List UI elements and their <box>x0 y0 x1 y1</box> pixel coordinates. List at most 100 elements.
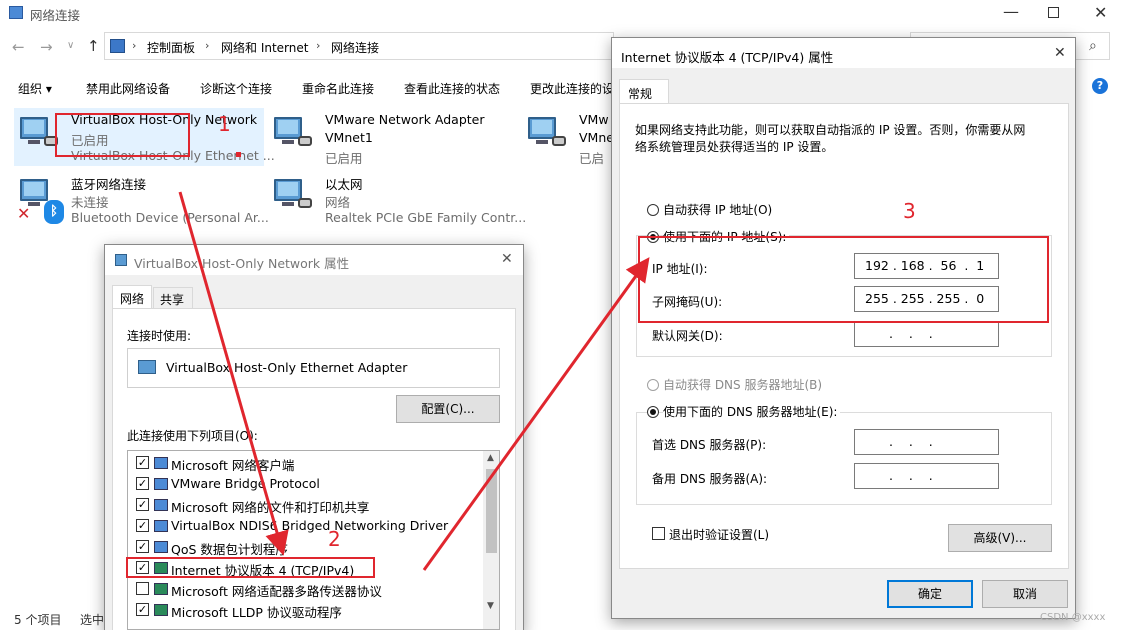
protocol-icon <box>154 478 168 490</box>
rename-button[interactable]: 重命名此连接 <box>302 80 374 97</box>
change-settings-button[interactable]: 更改此连接的设 <box>530 80 614 97</box>
item-checkbox[interactable]: ✓ <box>136 603 149 616</box>
item-device: Realtek PCIe GbE Family Contr... <box>325 210 527 225</box>
auto-ip-label[interactable]: 自动获得 IP 地址(O) <box>663 201 772 218</box>
network-adapter-icon <box>138 360 156 374</box>
view-status-button[interactable]: 查看此连接的状态 <box>404 80 500 97</box>
tab-general[interactable]: 常规 <box>619 79 669 104</box>
list-item[interactable]: VirtualBox NDIS6 Bridged Networking Driv… <box>171 518 448 533</box>
list-item[interactable]: QoS 数据包计划程序 <box>171 539 288 558</box>
watermark: CSDN @xxxx <box>1040 612 1106 623</box>
gateway-field[interactable]: . . . <box>854 321 999 347</box>
tab-label: 共享 <box>160 293 185 307</box>
scroll-down-icon[interactable]: ▼ <box>487 601 494 611</box>
item-checkbox[interactable]: ✓ <box>136 456 149 469</box>
help-icon[interactable]: ? <box>1092 78 1108 94</box>
item-name[interactable]: VMw <box>579 112 609 127</box>
annotation-step-3: 3 <box>903 199 916 223</box>
description-line1: 如果网络支持此功能，则可以获取自动指派的 IP 设置。否则，你需要从网 <box>635 123 1026 137</box>
item-name[interactable]: 以太网 <box>325 174 363 193</box>
validate-label[interactable]: 退出时验证设置(L) <box>669 526 769 543</box>
advanced-button[interactable]: 高级(V)... <box>948 524 1052 552</box>
bluetooth-icon: ᛒ <box>44 200 64 224</box>
close-icon[interactable]: ✕ <box>501 251 513 267</box>
tab-label: 常规 <box>628 87 653 101</box>
breadcrumb-sep-icon: › <box>316 39 321 52</box>
organize-menu[interactable]: 组织 ▾ <box>18 80 52 97</box>
adapter-name: VirtualBox Host-Only Ethernet Adapter <box>166 360 408 375</box>
configure-button[interactable]: 配置(C)... <box>396 395 500 423</box>
ok-button[interactable]: 确定 <box>887 580 973 608</box>
network-adapter-icon <box>272 176 314 214</box>
disable-device-button[interactable]: 禁用此网络设备 <box>86 80 170 97</box>
address-bar[interactable]: › 控制面板 › 网络和 Internet › 网络连接 <box>104 32 614 60</box>
network-folder-icon <box>9 6 23 19</box>
scroll-up-icon[interactable]: ▲ <box>487 453 494 463</box>
item-status: 未连接 <box>71 195 109 210</box>
window-title: 网络连接 <box>30 8 81 23</box>
dns-group <box>636 412 1052 505</box>
auto-ip-radio[interactable] <box>647 204 659 216</box>
tab-sharing[interactable]: 共享 <box>153 287 193 309</box>
dns1-field[interactable]: . . . <box>854 429 999 455</box>
list-item[interactable]: Microsoft 网络客户端 <box>171 455 294 474</box>
item-checkbox[interactable]: ✓ <box>136 540 149 553</box>
list-item[interactable]: VMware Bridge Protocol <box>171 476 320 491</box>
close-icon[interactable]: ✕ <box>1054 45 1066 61</box>
scroll-thumb[interactable] <box>486 469 497 553</box>
status-item-count: 5 个项目 <box>14 613 62 627</box>
back-icon[interactable]: ← <box>12 38 25 56</box>
dialog-titlebar: VirtualBox Host-Only Network 属性 ✕ <box>105 245 523 275</box>
maximize-icon[interactable] <box>1048 7 1059 18</box>
screen: { "explorer": { "title": "网络连接", "breadc… <box>0 0 1121 630</box>
button-label: 高级(V)... <box>973 531 1027 545</box>
up-icon[interactable]: ↑ <box>87 37 100 55</box>
item-name[interactable]: 蓝牙网络连接 <box>71 174 146 193</box>
list-item[interactable]: Microsoft 网络的文件和打印机共享 <box>171 497 369 516</box>
network-adapter-icon <box>115 254 127 266</box>
validate-checkbox[interactable] <box>652 527 665 540</box>
breadcrumb-network-connections[interactable]: 网络连接 <box>331 39 379 56</box>
item-checkbox[interactable]: ✓ <box>136 477 149 490</box>
annotation-box-1 <box>55 113 190 157</box>
forward-icon[interactable]: → <box>40 38 53 56</box>
breadcrumb-network-internet[interactable]: 网络和 Internet <box>221 39 308 56</box>
cancel-button[interactable]: 取消 <box>982 580 1068 608</box>
ipv4-properties-dialog: Internet 协议版本 4 (TCP/IPv4) 属性 ✕ 常规 如果网络支… <box>611 37 1076 619</box>
dns2-field[interactable]: . . . <box>854 463 999 489</box>
manual-dns-label[interactable]: 使用下面的 DNS 服务器地址(E): <box>663 403 841 420</box>
description-line2: 络系统管理员处获得适当的 IP 设置。 <box>635 140 834 154</box>
network-adapter-icon <box>526 114 568 152</box>
auto-dns-radio[interactable] <box>647 379 659 391</box>
auto-dns-label[interactable]: 自动获得 DNS 服务器地址(B) <box>663 376 822 393</box>
adapter-box: VirtualBox Host-Only Ethernet Adapter <box>127 348 500 388</box>
protocol-icon <box>154 541 168 553</box>
minimize-icon[interactable]: — <box>1003 2 1019 21</box>
diagnose-button[interactable]: 诊断这个连接 <box>200 80 272 97</box>
dns2-label: 备用 DNS 服务器(A): <box>652 472 768 486</box>
breadcrumb-control-panel[interactable]: 控制面板 <box>147 39 195 56</box>
network-adapter-icon <box>18 114 60 152</box>
list-item[interactable]: Microsoft LLDP 协议驱动程序 <box>171 602 342 621</box>
chevron-down-icon[interactable]: ∨ <box>67 40 74 51</box>
window-titlebar: 网络连接 — ✕ <box>0 0 1121 28</box>
tab-network[interactable]: 网络 <box>112 285 152 309</box>
control-panel-icon <box>110 39 125 53</box>
button-label: 配置(C)... <box>421 402 475 416</box>
list-item[interactable]: Microsoft 网络适配器多路传送器协议 <box>171 581 382 600</box>
gateway-label: 默认网关(D): <box>652 329 723 343</box>
annotation-box-2 <box>126 557 375 578</box>
item-checkbox[interactable]: ✓ <box>136 519 149 532</box>
dialog-title: VirtualBox Host-Only Network 属性 <box>134 256 350 271</box>
protocol-icon <box>154 520 168 532</box>
item-status: 网络 <box>325 195 351 210</box>
manual-dns-radio[interactable] <box>647 406 659 418</box>
annotation-step-1: 1 <box>218 112 231 136</box>
network-adapter-icon <box>272 114 314 152</box>
item-checkbox[interactable]: ✓ <box>136 498 149 511</box>
annotation-box-3 <box>638 236 1049 323</box>
dns1-value: . . . <box>889 434 933 449</box>
item-checkbox[interactable] <box>136 582 149 595</box>
close-icon[interactable]: ✕ <box>1094 3 1107 22</box>
item-name[interactable]: VMware Network Adapter <box>325 112 485 127</box>
